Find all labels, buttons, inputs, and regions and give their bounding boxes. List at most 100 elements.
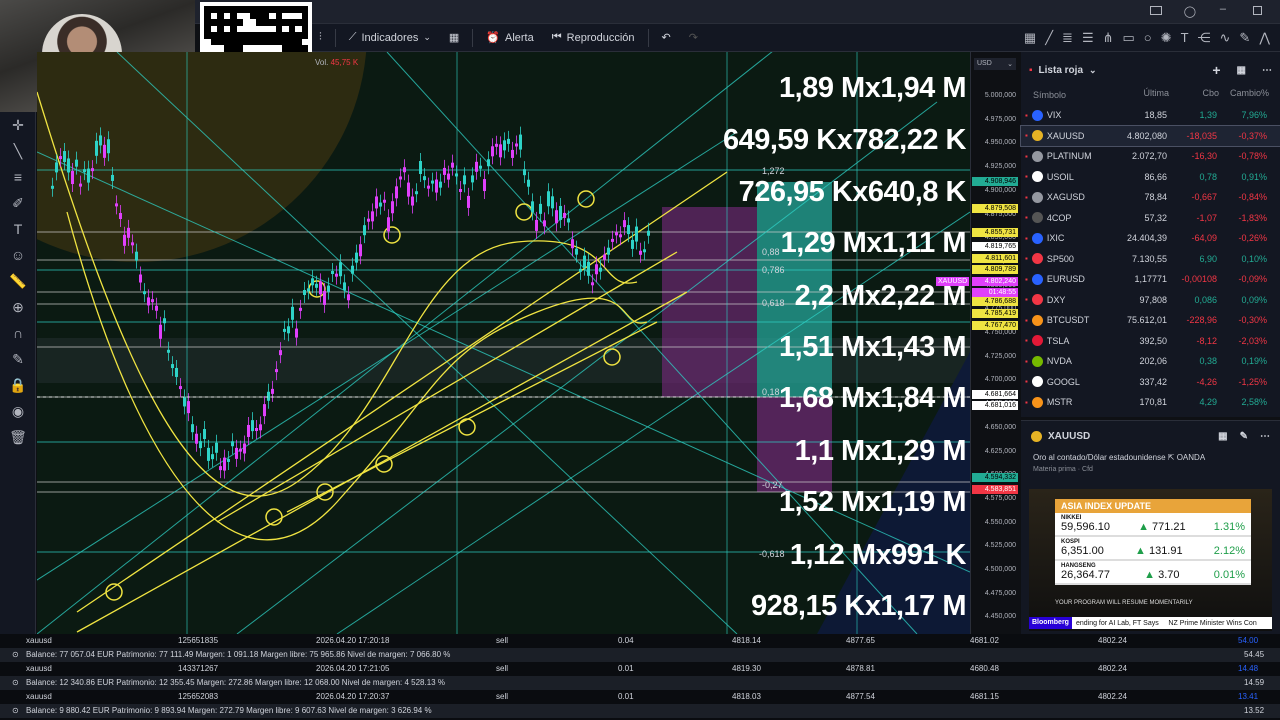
emoji-tool-icon[interactable]: ☺ bbox=[0, 242, 36, 268]
change-percent: -0,30% bbox=[1238, 315, 1267, 326]
fib-tool-icon[interactable]: ☰ bbox=[1082, 30, 1094, 46]
change-value: 0,78 bbox=[1199, 171, 1217, 182]
up-arrow-icon: ▲ bbox=[1135, 545, 1146, 557]
indicators-button[interactable]: ⟋ Indicadores ⌄ bbox=[340, 24, 440, 52]
watchlist-row[interactable]: ▪ MSTR 170,81 4,29 2,58% bbox=[1021, 392, 1280, 413]
watchlist-row[interactable]: ▪ TSLA 392,50 -8,12 -2,03% bbox=[1021, 331, 1280, 352]
circle-tool-icon[interactable]: ○ bbox=[1144, 30, 1152, 46]
minimize-icon[interactable]: – bbox=[1220, 3, 1226, 15]
watchlist-row[interactable]: ▪ NVDA 202,06 0,38 0,19% bbox=[1021, 351, 1280, 372]
symbol-logo-icon bbox=[1031, 150, 1043, 162]
pen-tool-icon[interactable]: ✎ bbox=[1239, 30, 1250, 46]
column-symbol[interactable]: Símbolo bbox=[1027, 88, 1119, 102]
watchlist-row[interactable]: ▪ BTCUSDT 75.612,01 -228,96 -0,30% bbox=[1021, 310, 1280, 331]
watchlist-row[interactable]: ▪ SP500 7.130,55 6,90 0,10% bbox=[1021, 249, 1280, 270]
watchlist-row[interactable]: ▪ IXIC 24.404,39 -64,09 -0,26% bbox=[1021, 228, 1280, 249]
grid-icon[interactable]: ▦ bbox=[1024, 30, 1036, 46]
column-last[interactable]: Última bbox=[1119, 88, 1169, 102]
watchlist-row[interactable]: ▪ EURUSD 1,17771 -0,00108 -0,09% bbox=[1021, 269, 1280, 290]
currency-selector[interactable]: USD ⌄ bbox=[974, 58, 1016, 70]
maximize-icon[interactable] bbox=[1253, 6, 1262, 15]
ruler-icon[interactable]: 📏 bbox=[0, 268, 36, 294]
window-icon[interactable] bbox=[1150, 6, 1162, 15]
candle-body bbox=[427, 185, 430, 189]
candle-body bbox=[207, 447, 210, 461]
watchlist-row[interactable]: ▪ DXY 97,808 0,086 0,09% bbox=[1021, 290, 1280, 311]
watchlist-title[interactable]: Lista roja bbox=[1039, 65, 1083, 76]
alarm-icon: ⏰ bbox=[486, 32, 500, 44]
detail-type: Cfd bbox=[1082, 466, 1093, 473]
undo-button[interactable]: ↶ bbox=[653, 24, 680, 52]
position-row[interactable]: xauusd 125652083 2026.04.20 17:20:37 sell 0.… bbox=[0, 690, 1280, 704]
watchlist-row[interactable]: ▪ GOOGL 337,42 -4,26 -1,25% bbox=[1021, 372, 1280, 393]
layouts-button[interactable]: ▦ bbox=[440, 24, 468, 52]
redo-button[interactable]: ↷ bbox=[680, 24, 707, 52]
price-chart[interactable]: Vol. 45,75 K 1,89 Mx1,94 M 649,59 Kx782,2… bbox=[37, 52, 970, 634]
brush-tool-icon[interactable]: ✐ bbox=[0, 190, 36, 216]
watchlist-row[interactable]: ▪ PLATINUM 2.072,70 -16,30 -0,78% bbox=[1021, 146, 1280, 167]
eye-icon[interactable]: ◉ bbox=[0, 398, 36, 424]
position-row[interactable]: xauusd 125651835 2026.04.20 17:20:18 sell 0.… bbox=[0, 634, 1280, 648]
watchlist-row[interactable]: ▪ VIX 18,85 1,39 7,96% bbox=[1021, 105, 1280, 126]
column-change-pct[interactable]: Cambio% bbox=[1219, 88, 1269, 102]
price-scale[interactable]: USD ⌄ 5.000,000 4.975,000 4.950,000 4.925,0… bbox=[970, 52, 1020, 634]
candle-body bbox=[619, 234, 622, 238]
magnet-icon[interactable]: ∩ bbox=[0, 320, 36, 346]
pattern-tool-icon[interactable]: ⋀ bbox=[1259, 30, 1270, 46]
alert-button[interactable]: ⏰ Alerta bbox=[477, 24, 542, 52]
candle-body bbox=[299, 307, 302, 311]
watchlist-row[interactable]: ▪ USOIL 86,66 0,78 0,91% bbox=[1021, 167, 1280, 188]
candle-body bbox=[91, 168, 94, 172]
rectangle-tool-icon[interactable]: ▭ bbox=[1123, 30, 1135, 46]
edit-icon[interactable]: ✎ bbox=[1240, 431, 1248, 442]
trash-icon[interactable]: 🗑 bbox=[0, 424, 36, 450]
trendline-tool-icon[interactable]: ╲ bbox=[0, 138, 36, 164]
lock-icon[interactable]: 🔒 bbox=[0, 372, 36, 398]
text-tool-icon[interactable]: T bbox=[0, 216, 36, 242]
external-link-icon[interactable]: ⇱ bbox=[1168, 453, 1175, 462]
position-id: 143371267 bbox=[178, 664, 219, 673]
add-symbol-icon[interactable]: + bbox=[1212, 62, 1220, 78]
line-tool-icon[interactable]: ╱ bbox=[1045, 30, 1053, 46]
channel-tool-icon[interactable]: ≣ bbox=[1062, 30, 1073, 46]
candle-body bbox=[523, 169, 526, 176]
price-tick: 4.450,000 bbox=[984, 613, 1016, 621]
user-icon[interactable]: ◯ bbox=[1184, 5, 1196, 18]
pitchfork-icon[interactable]: ⋔ bbox=[1103, 30, 1114, 46]
cursor-tool-icon[interactable]: ✛ bbox=[0, 112, 36, 138]
projection-tool-icon[interactable]: ⋲ bbox=[1198, 30, 1211, 46]
candle-body bbox=[599, 267, 602, 272]
column-change[interactable]: Cbo bbox=[1169, 88, 1219, 102]
candle-body bbox=[291, 306, 294, 320]
layout-icon[interactable]: ▦ bbox=[1218, 431, 1227, 442]
watchlist-row[interactable]: ▪ XAUUSD 4.802,080 -18,035 -0,37% bbox=[1020, 124, 1280, 147]
zoom-icon[interactable]: ⊕ bbox=[0, 294, 36, 320]
index-change-value: 771.21 bbox=[1152, 521, 1186, 533]
symbol-cell: ▪ XAUUSD bbox=[1025, 130, 1117, 142]
layout-icon[interactable]: ▦ bbox=[1237, 65, 1246, 76]
candle-body bbox=[147, 297, 150, 306]
chevron-down-icon[interactable]: ⌄ bbox=[1089, 65, 1097, 76]
replay-button[interactable]: ⏮ Reproducción bbox=[543, 24, 644, 52]
position-row[interactable]: xauusd 143371267 2026.04.20 17:21:05 sell 0.… bbox=[0, 662, 1280, 676]
stay-drawing-icon[interactable]: ✎ bbox=[0, 346, 36, 372]
detail-symbol[interactable]: XAUUSD bbox=[1048, 431, 1090, 442]
symbol-name: IXIC bbox=[1046, 233, 1065, 244]
fib-retracement-icon[interactable]: ≡ bbox=[0, 164, 36, 190]
wave-tool-icon[interactable]: ∿ bbox=[1220, 30, 1231, 46]
text-tool-icon[interactable]: T bbox=[1181, 30, 1189, 46]
more-icon[interactable]: ⋯ bbox=[1262, 65, 1272, 76]
more-icon[interactable]: ⋯ bbox=[1260, 431, 1270, 442]
candle-body bbox=[475, 161, 478, 172]
position-id: 125652083 bbox=[178, 692, 219, 701]
position-profit: 14.48 bbox=[1238, 664, 1259, 673]
candle-body bbox=[95, 140, 98, 156]
gann-tool-icon[interactable]: ✺ bbox=[1161, 30, 1172, 46]
candle-body bbox=[59, 156, 62, 160]
watchlist-row[interactable]: ▪ 4COP 57,32 -1,07 -1,83% bbox=[1021, 208, 1280, 229]
symbol-name: NVDA bbox=[1046, 356, 1072, 367]
volume-legend: Vol. 45,75 K bbox=[315, 58, 358, 67]
bar-type-button[interactable]: ⫶ bbox=[310, 24, 331, 52]
watchlist-row[interactable]: ▪ XAGUSD 78,84 -0,667 -0,84% bbox=[1021, 187, 1280, 208]
symbol-name: USOIL bbox=[1046, 171, 1074, 182]
